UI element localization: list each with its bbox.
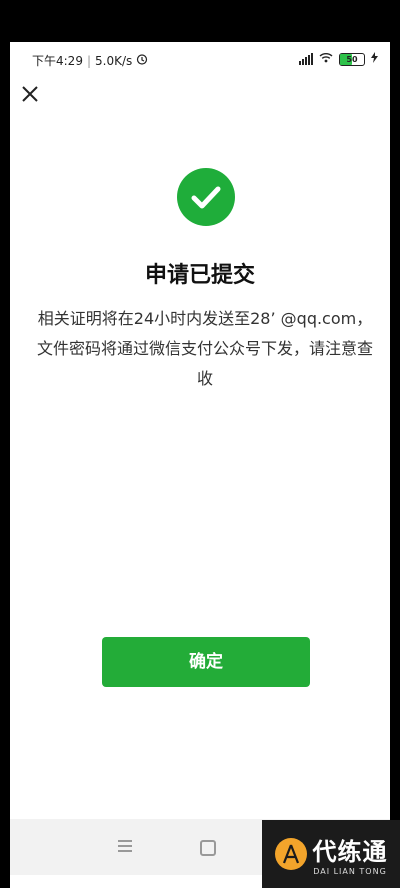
network-speed: 5.0K/s (95, 53, 133, 68)
menu-icon[interactable] (118, 840, 132, 852)
battery-indicator: 50 (339, 52, 365, 66)
status-bar: 下午4:29 | 5.0K/s 50 (10, 42, 390, 78)
watermark: 代练通 DAI LIAN TONG (262, 820, 400, 888)
status-separator: | (86, 53, 91, 68)
result-description: 相关证明将在24小时内发送至28’ @qq.com，文件密码将通过微信支付公众号… (36, 309, 373, 388)
close-icon[interactable] (18, 84, 42, 108)
watermark-text: 代练通 (312, 838, 388, 866)
signal-icon (299, 53, 313, 65)
wifi-icon (319, 52, 333, 66)
status-bar-left: 下午4:29 | 5.0K/s (32, 52, 148, 69)
status-time: 下午4:29 (32, 54, 83, 68)
confirm-button[interactable]: 确定 (102, 637, 310, 687)
lightning-icon (371, 52, 378, 66)
check-circle-icon (177, 168, 235, 226)
battery-level: 50 (346, 54, 358, 64)
compass-logo-icon (274, 838, 307, 870)
phone-screen: 下午4:29 | 5.0K/s 50 申请已提交 相关证明将在24小时内发送至2… (10, 42, 390, 888)
home-square-icon[interactable] (200, 840, 216, 856)
watermark-subtext: DAI LIAN TONG (313, 867, 387, 876)
status-bar-right: 50 (299, 52, 378, 66)
page-title: 申请已提交 (144, 263, 255, 288)
alarm-clock-icon (136, 53, 148, 68)
